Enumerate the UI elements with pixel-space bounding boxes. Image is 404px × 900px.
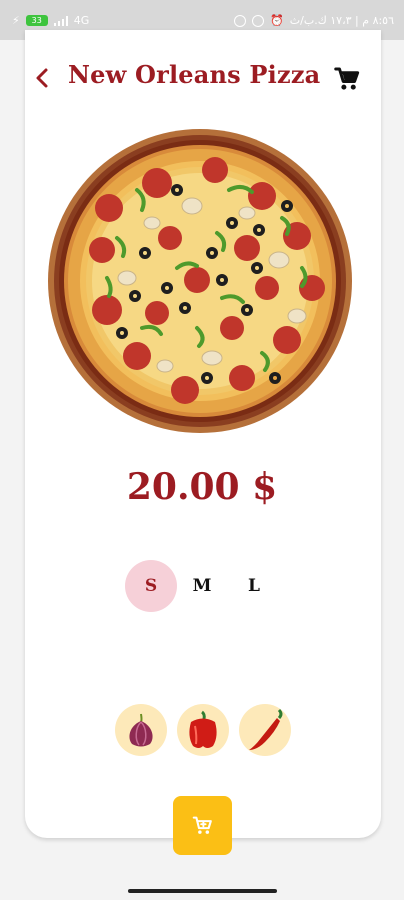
size-option-l[interactable]: L xyxy=(228,560,280,612)
bell-pepper-icon[interactable] xyxy=(177,704,229,756)
sync-icon xyxy=(252,14,265,27)
status-right: ⏰ ٨:٥٦ م | ١٧،٣ ك.ب/ث xyxy=(234,14,394,27)
notification-icon xyxy=(234,14,247,27)
network-label: 4G xyxy=(73,14,90,27)
chili-pepper-icon[interactable] xyxy=(239,704,291,756)
add-to-cart-button[interactable] xyxy=(173,796,232,855)
status-left: ⚡ 33 4G xyxy=(12,14,89,27)
status-time: ٨:٥٦ م | ١٧،٣ ك.ب/ث xyxy=(289,14,394,27)
toppings-row xyxy=(0,704,404,758)
add-cart-icon xyxy=(192,816,212,834)
shopping-cart-icon[interactable] xyxy=(332,64,362,94)
gesture-nav-bar[interactable] xyxy=(128,889,277,893)
size-option-m[interactable]: M xyxy=(176,560,228,612)
battery-icon: 33 xyxy=(25,15,48,26)
alarm-icon: ⏰ xyxy=(270,14,284,27)
page-title: New Orleans Pizza xyxy=(68,60,321,89)
signal-icon xyxy=(53,15,68,26)
price-label: 20.00 $ xyxy=(126,466,278,508)
size-option-s[interactable]: S xyxy=(125,560,177,612)
charging-icon: ⚡ xyxy=(12,14,20,27)
header: New Orleans Pizza xyxy=(0,40,404,120)
chevron-left-icon[interactable] xyxy=(32,62,52,94)
size-selector: S M L xyxy=(0,560,404,612)
onion-icon[interactable] xyxy=(115,704,167,756)
pizza-image xyxy=(47,128,353,434)
